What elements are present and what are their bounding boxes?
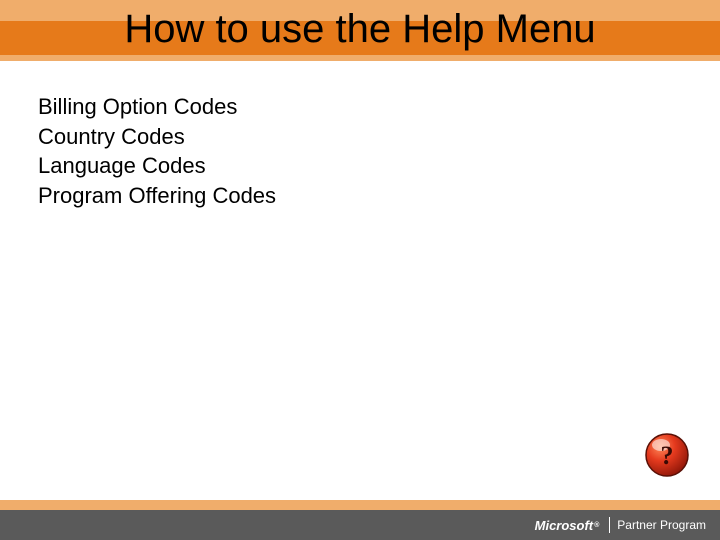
- footer-band-light: [0, 500, 720, 510]
- slide-title: How to use the Help Menu: [0, 0, 720, 58]
- slide: How to use the Help Menu Billing Option …: [0, 0, 720, 540]
- title-band: How to use the Help Menu: [0, 0, 720, 78]
- microsoft-logo-text: Microsoft: [535, 518, 594, 533]
- registered-mark: ®: [594, 522, 599, 529]
- body-list: Billing Option Codes Country Codes Langu…: [38, 92, 682, 211]
- footer-divider: [609, 517, 610, 533]
- list-item: Language Codes: [38, 151, 682, 181]
- list-item: Country Codes: [38, 122, 682, 152]
- list-item: Program Offering Codes: [38, 181, 682, 211]
- partner-program-text: Partner Program: [617, 518, 706, 532]
- help-icon-glyph: ?: [661, 441, 674, 470]
- footer: Microsoft® Partner Program: [0, 500, 720, 540]
- help-icon[interactable]: ?: [644, 432, 690, 478]
- footer-brand: Microsoft® Partner Program: [535, 512, 706, 538]
- list-item: Billing Option Codes: [38, 92, 682, 122]
